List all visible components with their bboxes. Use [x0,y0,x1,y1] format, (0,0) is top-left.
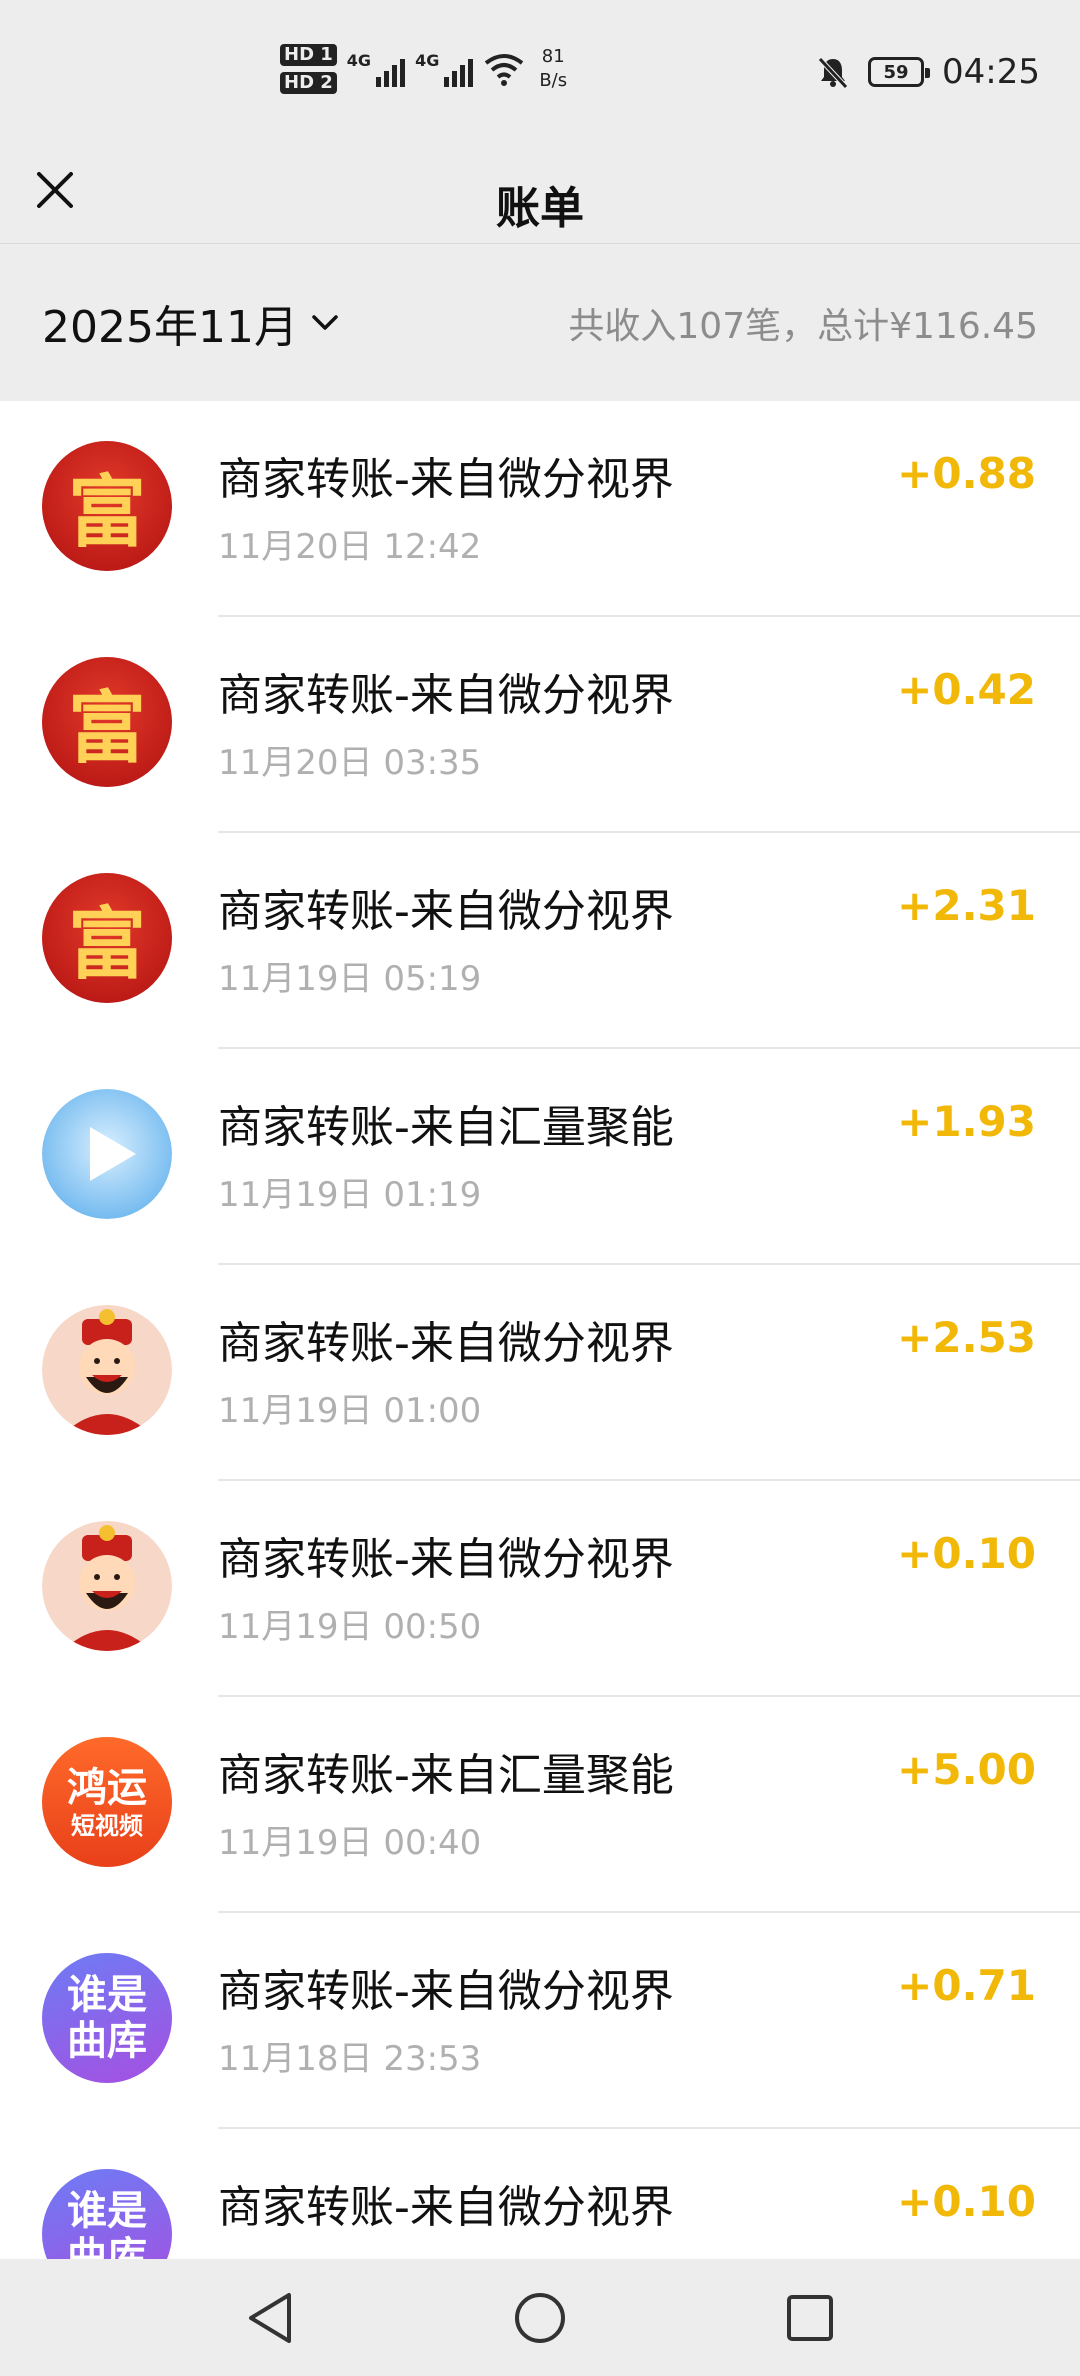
transaction-row[interactable]: 富 商家转账-来自微分视界 11月20日 03:35 +0.42 [0,617,1080,833]
avatar-hongyun-bottom: 短视频 [71,1812,143,1840]
fortune-god-icon [42,1305,172,1435]
network-type-1: 4G [346,51,372,70]
sim-1-label: HD 1 [280,44,337,66]
income-totals: 共收入107笔，总计¥116.45 [568,306,1038,347]
signal-icon-2: 4G [415,51,474,87]
merchant-avatar-shuishi: 谁是 曲库 [42,2169,172,2259]
transaction-amount: +5.00 [897,1745,1036,1794]
transaction-title: 商家转账-来自微分视界 [218,1966,674,2017]
transaction-row[interactable]: 富 商家转账-来自微分视界 11月20日 12:42 +0.88 [0,401,1080,617]
merchant-avatar-shuishi: 谁是 曲库 [42,1953,172,2083]
network-speed-value: 81 [541,46,565,67]
transaction-amount: +0.10 [897,2177,1036,2226]
sim-2-label: HD 2 [280,72,337,94]
transaction-time: 11月18日 23:53 [218,2039,482,2079]
transaction-amount: +2.53 [897,1313,1036,1362]
transaction-time: 11月19日 05:19 [218,959,482,999]
transaction-row[interactable]: 商家转账-来自微分视界 11月19日 01:00 +2.53 [0,1265,1080,1481]
transaction-title: 商家转账-来自汇量聚能 [218,1102,674,1153]
chevron-down-icon [312,315,338,330]
transaction-title: 商家转账-来自微分视界 [218,670,674,721]
battery-icon: 59 [868,57,931,87]
month-picker[interactable]: 2025年11月 [42,291,340,355]
system-nav-bar [0,2259,1080,2376]
merchant-avatar-hongyun: 鸿运 短视频 [42,1737,172,1867]
transaction-list[interactable]: 富 商家转账-来自微分视界 11月20日 12:42 +0.88 富 商家转账-… [0,401,1080,2259]
fortune-god-icon [42,1521,172,1651]
network-speed-unit: B/s [539,70,568,91]
avatar-fu-text: 富 [67,467,146,558]
nav-recent-button[interactable] [780,2288,840,2348]
transaction-row[interactable]: 谁是 曲库 商家转账-来自微分视界 11月18日 23:53 +0.71 [0,1913,1080,2129]
home-icon [515,2292,565,2343]
transaction-row[interactable]: 鸿运 短视频 商家转账-来自汇量聚能 11月19日 00:40 +5.00 [0,1697,1080,1913]
status-bar-left: HD 1 HD 2 4G 4G 81 B/s [280,44,567,94]
play-icon [42,1089,172,1219]
recent-apps-icon [787,2294,833,2341]
merchant-avatar-fu-coin: 富 [42,441,172,571]
avatar-shuishi-top: 谁是 [67,1972,147,2018]
page-title: 账单 [496,183,584,234]
transaction-time: 11月19日 00:50 [218,1607,482,1647]
transaction-time: 11月19日 01:19 [218,1175,482,1215]
top-app-bar: 账单 [0,150,1080,244]
avatar-shuishi-bottom: 曲库 [67,2018,147,2064]
network-type-2: 4G [415,51,440,70]
month-label: 2025年11月 [42,302,298,353]
merchant-avatar-fu-coin: 富 [42,873,172,1003]
transaction-row[interactable]: 谁是 曲库 商家转账-来自微分视界 +0.10 [0,2129,1080,2259]
transaction-amount: +0.10 [897,1529,1036,1578]
transaction-time: 11月19日 01:00 [218,1391,482,1431]
sim-indicators: HD 1 HD 2 [280,44,337,94]
transaction-title: 商家转账-来自微分视界 [218,454,674,505]
transaction-time: 11月20日 12:42 [218,527,482,567]
transaction-time: 11月20日 03:35 [218,743,482,783]
transaction-title: 商家转账-来自微分视界 [218,1534,674,1585]
transaction-title: 商家转账-来自微分视界 [218,2182,674,2233]
status-bar: HD 1 HD 2 4G 4G 81 B/s 59 04:25 [0,0,1080,150]
signal-icon: 4G [346,51,406,87]
status-bar-right: 59 04:25 [816,52,1040,92]
avatar-shuishi-bottom: 曲库 [67,2234,147,2259]
wifi-icon [485,54,524,86]
nav-back-button[interactable] [240,2288,300,2348]
transaction-row[interactable]: 商家转账-来自微分视界 11月19日 00:50 +0.10 [0,1481,1080,1697]
network-speed: 81 B/s [539,45,567,93]
bell-muted-icon [818,57,848,89]
transaction-amount: +0.71 [897,1961,1036,2010]
nav-home-button[interactable] [510,2288,570,2348]
transaction-row[interactable]: 商家转账-来自汇量聚能 11月19日 01:19 +1.93 [0,1049,1080,1265]
transaction-row[interactable]: 富 商家转账-来自微分视界 11月19日 05:19 +2.31 [0,833,1080,1049]
status-time: 04:25 [942,52,1040,92]
transaction-amount: +0.42 [897,665,1036,714]
transaction-title: 商家转账-来自微分视界 [218,1318,674,1369]
merchant-avatar-fu-coin: 富 [42,657,172,787]
transaction-amount: +1.93 [897,1097,1036,1146]
transaction-amount: +2.31 [897,881,1036,930]
avatar-fu-text: 富 [67,683,146,774]
avatar-fu-text: 富 [67,899,146,990]
merchant-avatar-fortune-god [42,1305,172,1435]
back-icon [249,2292,291,2343]
transaction-title: 商家转账-来自微分视界 [218,886,674,937]
merchant-avatar-play [42,1089,172,1219]
transaction-title: 商家转账-来自汇量聚能 [218,1750,674,1801]
bill-summary: 2025年11月 共收入107笔，总计¥116.45 [0,245,1080,401]
merchant-avatar-fortune-god [42,1521,172,1651]
transaction-amount: +0.88 [897,449,1036,498]
transaction-time: 11月19日 00:40 [218,1823,482,1863]
avatar-shuishi-top: 谁是 [67,2188,147,2234]
avatar-hongyun-top: 鸿运 [67,1765,147,1811]
